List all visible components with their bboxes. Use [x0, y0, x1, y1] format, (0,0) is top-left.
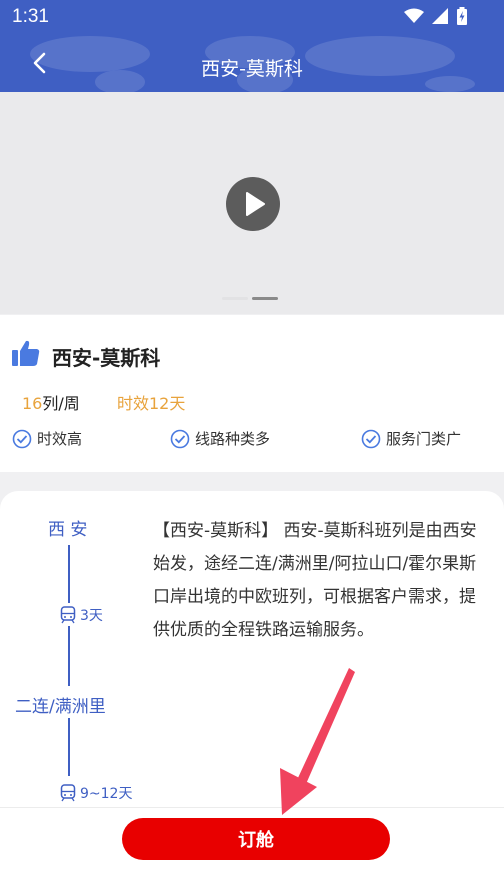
- feature-item: 服务门类广: [361, 428, 461, 449]
- annotation-arrow: [280, 668, 355, 815]
- station-origin: 西 安: [48, 520, 88, 540]
- feature-label: 时效高: [37, 430, 83, 448]
- status-bar: 1:31: [0, 0, 504, 34]
- timeline-line: [68, 545, 70, 603]
- frequency-number: 16: [22, 394, 43, 413]
- frequency: 16列/周: [22, 390, 80, 414]
- play-button[interactable]: [226, 177, 280, 231]
- check-circle-icon: [361, 429, 381, 448]
- feature-label: 服务门类广: [386, 430, 462, 448]
- timeliness: 时效12天: [117, 394, 186, 413]
- wifi-icon: [404, 8, 424, 23]
- frequency-unit: 列/周: [42, 394, 80, 413]
- duration-label: 9~12天: [80, 786, 133, 802]
- play-icon: [246, 192, 265, 216]
- carousel-indicator: [222, 297, 278, 300]
- feature-item: 线路种类多: [170, 428, 270, 449]
- check-circle-icon: [12, 429, 32, 448]
- status-time: 1:31: [12, 6, 49, 27]
- timeline-line: [68, 718, 70, 776]
- check-circle-icon: [170, 429, 190, 448]
- carousel-dot-active: [252, 297, 278, 300]
- feature-label: 线路种类多: [195, 430, 271, 448]
- carousel-dot: [222, 297, 248, 300]
- duration-leg: 3天: [60, 605, 103, 625]
- nav-bar: 西安-莫斯科: [0, 34, 504, 92]
- thumbs-up-icon: [12, 340, 40, 366]
- signal-icon: [432, 8, 448, 24]
- route-title: 西安-莫斯科: [52, 346, 161, 370]
- timeline-line: [68, 626, 70, 686]
- route-description: 【西安-莫斯科】 西安-莫斯科班列是由西安始发，途经二连/满洲里/阿拉山口/霍尔…: [153, 521, 477, 640]
- status-icons: [404, 7, 468, 25]
- route-info: 西安-莫斯科 16列/周 时效12天 时效高 线路种类多 服务门类广: [0, 315, 504, 472]
- book-button[interactable]: 订舱: [122, 818, 390, 860]
- train-icon: [60, 606, 76, 624]
- duration-label: 3天: [80, 608, 103, 624]
- train-icon: [60, 784, 76, 802]
- page-title: 西安-莫斯科: [201, 58, 303, 80]
- feature-item: 时效高: [12, 428, 82, 449]
- battery-icon: [457, 7, 467, 25]
- duration-leg: 9~12天: [60, 783, 132, 803]
- station-transit: 二连/满洲里: [15, 697, 106, 717]
